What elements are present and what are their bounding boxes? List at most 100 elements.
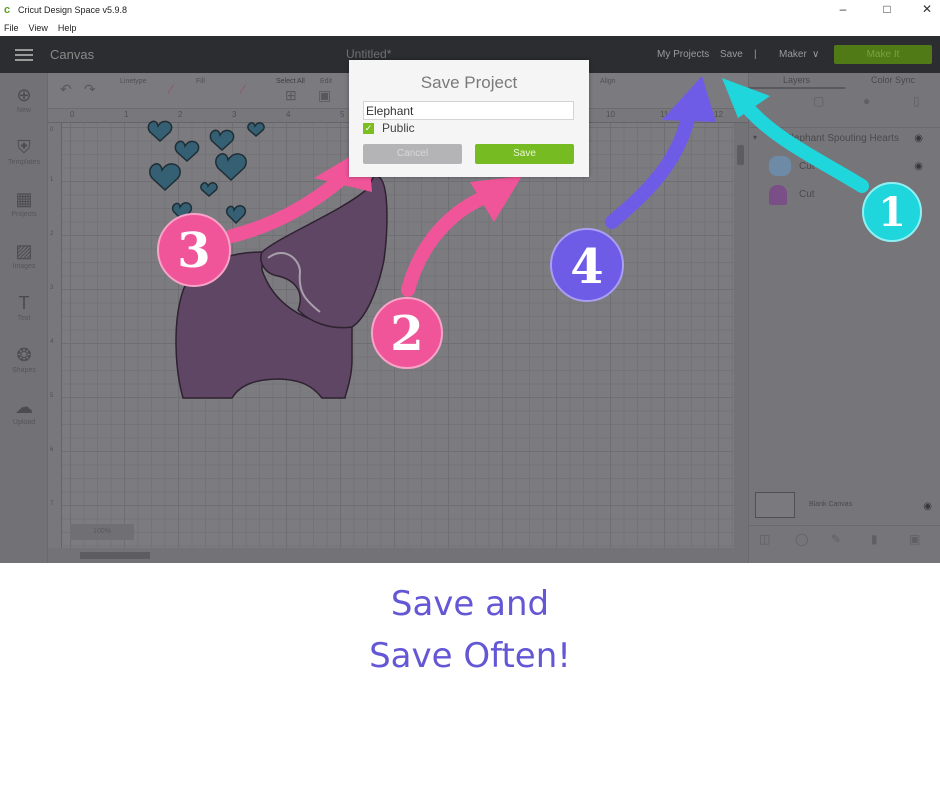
edit-label: Edit <box>320 78 333 85</box>
ruler-tick: 12 <box>714 110 723 119</box>
hearts-thumbnail <box>769 156 791 176</box>
my-projects-link[interactable]: My Projects <box>657 49 709 60</box>
save-link[interactable]: Save <box>720 49 743 60</box>
public-checkbox[interactable]: ✓ <box>363 123 374 134</box>
blank-canvas-label: Blank Canvas <box>809 501 853 508</box>
vertical-scrollbar[interactable] <box>734 123 748 548</box>
layer-row[interactable]: Cut ◉ <box>761 156 931 183</box>
layer-tools: ▢ ● ▯ <box>749 90 940 128</box>
tool-images[interactable]: ▨ Images <box>0 241 48 270</box>
upload-icon: ☁ <box>15 397 33 417</box>
ruler-tick: 2 <box>178 110 183 119</box>
section-title: Canvas <box>50 47 95 62</box>
scroll-thumb[interactable] <box>80 552 150 559</box>
tshirt-icon: ⛨ <box>17 137 31 157</box>
tool-label: Upload <box>12 419 36 426</box>
chevron-down-icon[interactable]: ∨ <box>812 49 819 60</box>
collapse-icon[interactable]: ▾ <box>753 133 757 142</box>
close-icon[interactable]: ✕ <box>918 2 936 16</box>
ruler-tick: 4 <box>286 110 291 119</box>
menu-bar: File View Help <box>0 20 940 36</box>
blank-canvas-swatch[interactable] <box>755 492 795 518</box>
ruler-tick: 1 <box>50 177 54 183</box>
save-project-dialog: Save Project ✓ Public Cancel Save <box>349 60 589 177</box>
public-label: Public <box>382 121 415 135</box>
ruler-tick: 3 <box>232 110 237 119</box>
horizontal-scrollbar[interactable] <box>48 548 748 563</box>
tab-layers[interactable]: Layers <box>783 75 810 85</box>
tool-new[interactable]: ⊕ New <box>0 85 48 114</box>
maximize-icon[interactable]: □ <box>878 2 896 16</box>
projects-icon: ▦ <box>15 189 33 209</box>
zoom-control[interactable]: 100% <box>70 524 134 540</box>
cancel-button[interactable]: Cancel <box>363 144 462 164</box>
make-it-button[interactable]: Make It <box>834 45 932 64</box>
elephant-thumbnail <box>769 185 787 205</box>
slice-icon[interactable]: ◫ <box>759 532 770 546</box>
ruler-tick: 11 <box>660 110 669 119</box>
select-all-icon[interactable]: ⊞ <box>285 87 297 104</box>
fill-label: Fill <box>196 78 205 85</box>
ruler-tick: 10 <box>606 110 615 119</box>
left-toolbar: ⊕ New ⛨ Templates ▦ Projects ▨ Images T Text … <box>0 73 48 563</box>
tool-projects[interactable]: ▦ Projects <box>0 189 48 218</box>
ruler-tick: 0 <box>70 110 75 119</box>
tool-label: Projects <box>11 211 37 218</box>
ruler-tick: 5 <box>340 110 345 119</box>
tool-label: New <box>16 107 31 114</box>
ruler-tick: 6 <box>50 447 54 453</box>
image-icon: ▨ <box>15 241 33 261</box>
tool-label: Templates <box>8 159 40 166</box>
duplicate-icon[interactable]: ● <box>863 94 870 108</box>
eye-icon[interactable]: ◉ <box>923 501 932 512</box>
machine-select[interactable]: Maker <box>779 49 807 60</box>
tool-upload[interactable]: ☁ Upload <box>0 397 48 426</box>
document-title: Untitled* <box>346 47 392 61</box>
window-title: Cricut Design Space v5.9.8 <box>18 5 128 15</box>
tool-text[interactable]: T Text <box>0 293 48 322</box>
design-canvas[interactable] <box>62 123 734 548</box>
save-button[interactable]: Save <box>475 144 574 164</box>
dialog-title: Save Project <box>420 73 518 92</box>
menu-view[interactable]: View <box>29 23 48 33</box>
scroll-thumb[interactable] <box>737 145 744 165</box>
flatten-icon[interactable]: ▮ <box>871 532 878 546</box>
ruler-tick: 1 <box>124 110 129 119</box>
ruler-tick: 7 <box>50 501 54 507</box>
project-name-input[interactable] <box>363 101 574 120</box>
eye-icon[interactable]: ◉ <box>914 161 923 172</box>
tool-shapes[interactable]: ❂ Shapes <box>0 345 48 374</box>
weld-icon[interactable]: ◯ <box>795 532 808 546</box>
fill-pen-icon[interactable]: ∕ <box>242 81 244 97</box>
redo-icon[interactable]: ↷ <box>84 81 96 98</box>
delete-icon[interactable]: ▯ <box>913 94 920 108</box>
ruler-left: 0 1 2 3 4 5 6 7 <box>48 123 62 548</box>
minimize-icon[interactable]: – <box>834 2 852 16</box>
caption-line-1: Save and <box>390 584 550 624</box>
tab-color-sync[interactable]: Color Sync <box>871 75 915 85</box>
ruler-tick: 5 <box>50 393 54 399</box>
attach-icon[interactable]: ✎ <box>831 532 841 546</box>
edit-icon[interactable]: ▣ <box>318 87 331 104</box>
hamburger-menu-icon[interactable] <box>15 49 33 61</box>
undo-icon[interactable]: ↶ <box>60 81 72 98</box>
cricut-logo-icon: c <box>4 4 11 16</box>
shapes-icon: ❂ <box>16 345 32 365</box>
ruler-tick: 3 <box>50 285 54 291</box>
tool-templates[interactable]: ⛨ Templates <box>0 137 48 166</box>
menu-file[interactable]: File <box>4 23 19 33</box>
group-icon[interactable]: ▢ <box>813 94 824 108</box>
tool-label: Text <box>17 315 31 322</box>
nav-separator: | <box>754 49 757 60</box>
menu-help[interactable]: Help <box>58 23 77 33</box>
pen-icon[interactable]: ∕ <box>170 81 172 97</box>
contour-icon[interactable]: ▣ <box>909 532 920 546</box>
text-icon: T <box>18 293 30 313</box>
plus-circle-icon: ⊕ <box>16 85 32 105</box>
ruler-tick: 4 <box>50 339 54 345</box>
ruler-tick: 0 <box>50 127 54 133</box>
window-title-bar: c Cricut Design Space v5.9.8 – □ ✕ <box>0 0 940 20</box>
tool-label: Shapes <box>12 367 36 374</box>
eye-icon[interactable]: ◉ <box>914 133 923 144</box>
layers-panel: Layers Color Sync ▢ ● ▯ ▾ Elephant Spout… <box>748 73 940 563</box>
